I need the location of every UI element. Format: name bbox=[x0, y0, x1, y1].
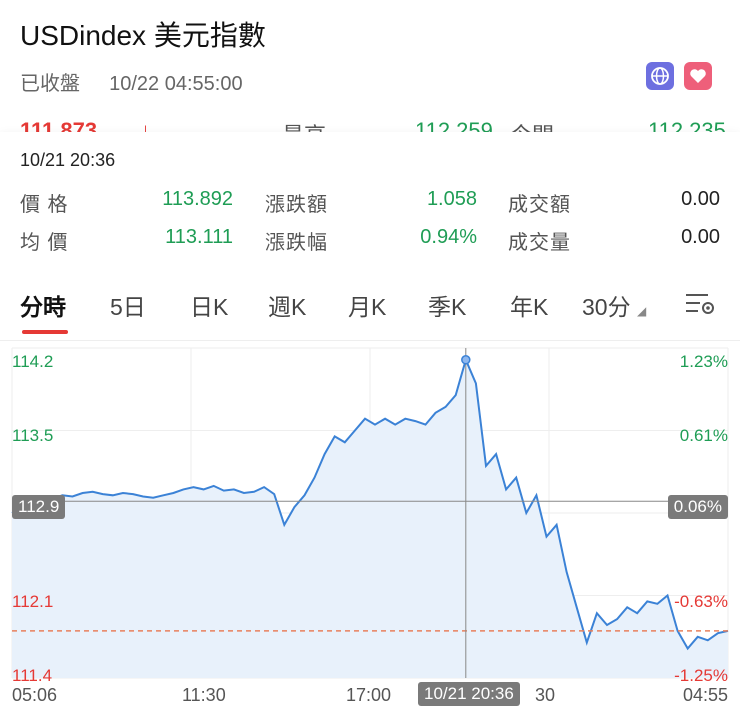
open-label: 今開 bbox=[510, 118, 554, 132]
dropdown-triangle-icon: ◢ bbox=[636, 304, 647, 318]
tab-daily-k[interactable]: 日K bbox=[190, 288, 228, 322]
tab-yearly-k[interactable]: 年K bbox=[510, 288, 548, 322]
x-label-2: 11:30 bbox=[182, 685, 226, 705]
active-tab-indicator bbox=[22, 330, 68, 334]
open-value: 112.235 bbox=[648, 118, 726, 132]
y-label-2: 113.5 bbox=[12, 426, 54, 445]
y-pct-label-4: -0.63% bbox=[674, 592, 728, 611]
intraday-chart[interactable]: 114.2 113.5 112.1 111.4 1.23% 0.61% -0.6… bbox=[0, 340, 740, 715]
crosshair-pct-badge: 0.06% bbox=[667, 495, 728, 519]
market-status: 已收盤 10/22 04:55:00 bbox=[20, 67, 243, 96]
y-label-1: 114.2 bbox=[12, 352, 54, 371]
tab-weekly-k[interactable]: 週K bbox=[268, 288, 306, 322]
status-label: 已收盤 bbox=[20, 73, 80, 95]
favorite-button[interactable] bbox=[684, 62, 712, 90]
avg-label: 均 價 bbox=[20, 232, 69, 254]
chart-settings-button[interactable] bbox=[684, 290, 716, 323]
tab-monthly-k[interactable]: 月K bbox=[348, 288, 386, 322]
tooltip-time: 10/21 20:36 bbox=[20, 150, 116, 170]
period-tabs: 分時 5日 日K 週K 月K 季K 年K 30分 ◢ bbox=[0, 270, 740, 341]
y-pct-label-1: 1.23% bbox=[679, 352, 728, 371]
change-value: 1.058 bbox=[426, 188, 477, 210]
crosshair-point bbox=[461, 355, 471, 365]
datetime-label: 10/22 04:55:00 bbox=[109, 73, 243, 95]
tab-30min[interactable]: 30分 ◢ bbox=[582, 288, 646, 322]
y-pct-label-2: 0.61% bbox=[679, 426, 728, 445]
globe-icon bbox=[651, 67, 669, 85]
price-value: 113.892 bbox=[162, 188, 233, 210]
y-pct-label-5: -1.25% bbox=[674, 666, 728, 685]
down-arrow-icon: ↓ bbox=[140, 118, 151, 132]
change-label: 漲跌額 bbox=[265, 194, 328, 216]
tab-quarterly-k[interactable]: 季K bbox=[428, 288, 466, 322]
chart-canvas bbox=[11, 347, 729, 679]
volume-value: 0.00 bbox=[681, 226, 720, 248]
pct-label: 漲跌幅 bbox=[265, 232, 328, 254]
pct-value: 0.94% bbox=[420, 226, 477, 248]
crosshair-time-badge: 10/21 20:36 bbox=[418, 682, 520, 706]
x-label-1: 05:06 bbox=[12, 685, 58, 705]
volume-label: 成交量 bbox=[508, 232, 571, 254]
turnover-label: 成交額 bbox=[508, 194, 571, 216]
globe-button[interactable] bbox=[646, 62, 674, 90]
x-label-5: 04:55 bbox=[682, 685, 728, 705]
price-label: 價 格 bbox=[20, 194, 69, 216]
tab-intraday[interactable]: 分時 bbox=[20, 288, 66, 322]
turnover-value: 0.00 bbox=[681, 188, 720, 210]
x-label-3: 17:00 bbox=[346, 685, 392, 705]
tab-30min-label: 30分 bbox=[582, 294, 631, 320]
avg-value: 113.111 bbox=[165, 226, 233, 248]
high-value: 112.259 bbox=[415, 118, 493, 132]
x-label-4-partial: 30 bbox=[535, 685, 556, 705]
heart-icon bbox=[690, 69, 706, 83]
high-label: 最高 bbox=[282, 118, 326, 132]
page-title: USDindex 美元指數 bbox=[20, 20, 266, 51]
crosshair-price-badge: 112.9 bbox=[12, 495, 66, 519]
y-label-5: 111.4 bbox=[12, 666, 53, 685]
tab-5day[interactable]: 5日 bbox=[110, 288, 146, 322]
summary-row: 111.873 ↓ 最高 112.259 今開 112.235 bbox=[0, 112, 740, 132]
settings-icon bbox=[686, 294, 714, 314]
y-label-4: 112.1 bbox=[12, 592, 54, 611]
last-price: 111.873 bbox=[20, 118, 98, 132]
